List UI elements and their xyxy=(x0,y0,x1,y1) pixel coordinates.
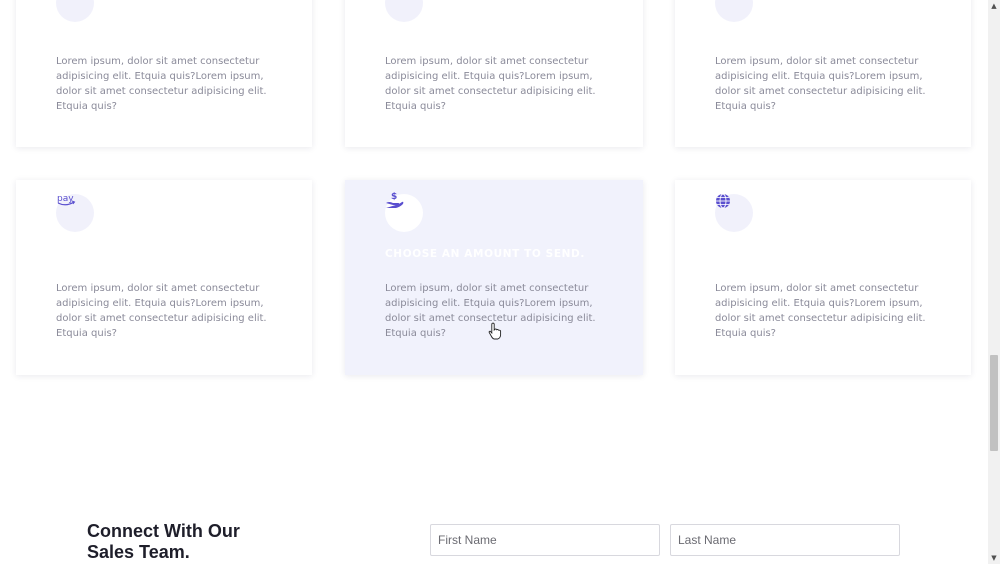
svg-text:$: $ xyxy=(391,192,397,202)
icon-circle xyxy=(715,0,753,22)
service-card-pay[interactable]: pay Lorem ipsum, dolor sit amet consecte… xyxy=(16,180,312,375)
scroll-up-arrow-icon[interactable]: ▲ xyxy=(988,0,1000,12)
icon-circle xyxy=(56,0,94,22)
service-card-body: Lorem ipsum, dolor sit amet consectetur … xyxy=(56,283,267,339)
last-name-input[interactable] xyxy=(670,524,900,556)
service-card-globe[interactable]: Lorem ipsum, dolor sit amet consectetur … xyxy=(675,180,971,375)
page-content: Lorem ipsum, dolor sit amet consectetur … xyxy=(0,0,988,564)
service-card-body: Lorem ipsum, dolor sit amet consectetur … xyxy=(56,56,267,112)
service-card[interactable]: Lorem ipsum, dolor sit amet consectetur … xyxy=(16,0,312,147)
amazon-pay-icon: pay xyxy=(56,193,76,210)
icon-circle xyxy=(385,0,423,22)
svg-text:pay: pay xyxy=(57,194,74,204)
service-card-body: Lorem ipsum, dolor sit amet consectetur … xyxy=(385,56,596,112)
globe-icon xyxy=(715,193,731,212)
scroll-down-arrow-icon[interactable]: ▼ xyxy=(988,552,1000,564)
service-card-body: Lorem ipsum, dolor sit amet consectetur … xyxy=(715,283,926,339)
vertical-scrollbar[interactable]: ▲ ▼ xyxy=(988,0,1000,564)
hand-holding-dollar-icon: $ xyxy=(385,191,405,212)
service-card[interactable]: Lorem ipsum, dolor sit amet consectetur … xyxy=(345,0,643,147)
service-card[interactable]: Lorem ipsum, dolor sit amet consectetur … xyxy=(675,0,971,147)
service-card-body: Lorem ipsum, dolor sit amet consectetur … xyxy=(715,56,926,112)
first-name-input[interactable] xyxy=(430,524,660,556)
hand-pointer-cursor-icon xyxy=(488,322,502,340)
service-card-amount[interactable]: $ CHOOSE AN AMOUNT TO SEND. Lorem ipsum,… xyxy=(345,180,643,375)
service-card-title: CHOOSE AN AMOUNT TO SEND. xyxy=(385,248,585,260)
contact-heading: Connect With Our Sales Team. xyxy=(87,521,240,562)
scrollbar-thumb[interactable] xyxy=(990,355,998,451)
